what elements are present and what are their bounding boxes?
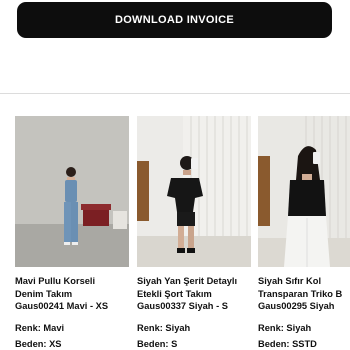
black-short-set-photo: [137, 116, 251, 267]
product-size: Beden: XS: [15, 338, 62, 349]
product-card[interactable]: Mavi Pullu Korseli Denim Takım Gaus00241…: [15, 116, 129, 350]
product-size: Beden: SSTD: [258, 338, 317, 349]
product-title[interactable]: Siyah Yan Şerit Detaylı Etekli Şort Takı…: [137, 275, 251, 313]
product-image[interactable]: [258, 116, 350, 267]
product-title[interactable]: Siyah Sıfır Kol Transparan Triko B Gaus0…: [258, 275, 350, 313]
invoice-header: DOWNLOAD INVOICE: [0, 0, 350, 92]
product-size: Beden: S: [137, 338, 178, 349]
black-knit-top-photo: [258, 116, 350, 267]
product-color: Renk: Siyah: [137, 322, 191, 333]
product-image[interactable]: [137, 116, 251, 267]
product-gallery: Mavi Pullu Korseli Denim Takım Gaus00241…: [0, 94, 350, 350]
product-color: Renk: Siyah: [258, 322, 312, 333]
product-card[interactable]: Siyah Sıfır Kol Transparan Triko B Gaus0…: [258, 116, 350, 350]
download-invoice-button[interactable]: DOWNLOAD INVOICE: [17, 2, 332, 38]
product-color: Renk: Mavi: [15, 322, 65, 333]
product-card[interactable]: Siyah Yan Şerit Detaylı Etekli Şort Takı…: [137, 116, 251, 350]
product-title[interactable]: Mavi Pullu Korseli Denim Takım Gaus00241…: [15, 275, 129, 313]
denim-outfit-photo: [15, 116, 129, 267]
product-image[interactable]: [15, 116, 129, 267]
